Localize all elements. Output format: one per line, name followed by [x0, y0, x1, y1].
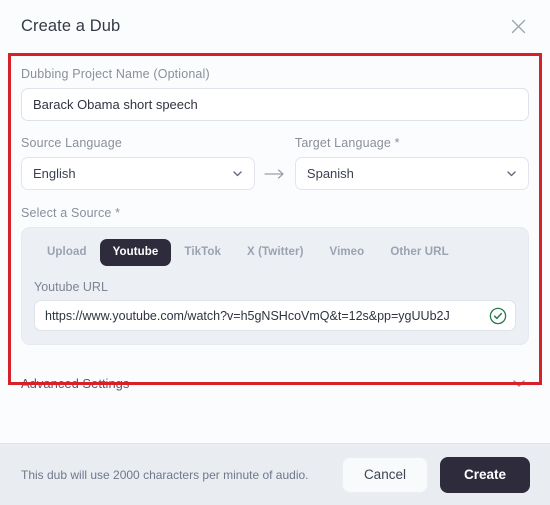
language-row: Source Language English Target Language … — [21, 136, 529, 190]
youtube-url-label: Youtube URL — [34, 280, 108, 294]
close-icon — [511, 19, 525, 34]
tab-vimeo[interactable]: Vimeo — [317, 239, 378, 266]
select-source-label: Select a Source * — [21, 206, 121, 220]
tab-other-url[interactable]: Other URL — [377, 239, 461, 266]
project-name-label: Dubbing Project Name (Optional) — [21, 67, 210, 81]
target-language-group: Target Language * Spanish — [294, 136, 529, 190]
source-language-select[interactable]: English — [21, 157, 256, 190]
create-dub-dialog: Create a Dub Dubbing Project Name (Optio… — [0, 0, 550, 505]
youtube-url-field — [34, 300, 516, 331]
source-language-label: Source Language — [21, 136, 122, 150]
source-language-group: Source Language English — [21, 136, 256, 190]
source-panel: Upload Youtube TikTok X (Twitter) Vimeo … — [21, 227, 529, 345]
dialog-header: Create a Dub — [0, 0, 550, 53]
chevron-down-icon — [231, 158, 244, 189]
chevron-down-icon — [505, 158, 518, 189]
target-language-label: Target Language * — [294, 136, 400, 150]
source-tabs: Upload Youtube TikTok X (Twitter) Vimeo … — [34, 239, 516, 266]
dialog-footer: This dub will use 2000 characters per mi… — [0, 443, 550, 505]
source-language-value: English — [33, 166, 76, 181]
tab-x-twitter[interactable]: X (Twitter) — [234, 239, 316, 266]
project-name-input[interactable] — [21, 88, 529, 121]
create-button[interactable]: Create — [439, 456, 530, 493]
character-usage-note: This dub will use 2000 characters per mi… — [21, 467, 309, 482]
target-language-select[interactable]: Spanish — [294, 157, 529, 190]
project-name-group: Dubbing Project Name (Optional) — [21, 53, 529, 121]
youtube-url-input[interactable] — [35, 301, 515, 330]
chevron-down-icon — [509, 373, 529, 393]
select-source-section: Select a Source * Upload Youtube TikTok … — [21, 206, 529, 345]
page-title: Create a Dub — [21, 17, 121, 35]
advanced-settings-label: Advanced Settings — [21, 375, 130, 391]
footer-actions: Cancel Create — [341, 456, 530, 493]
cancel-button[interactable]: Cancel — [341, 456, 428, 493]
dialog-body: Dubbing Project Name (Optional) Source L… — [0, 53, 550, 443]
tab-upload[interactable]: Upload — [34, 239, 100, 266]
tab-youtube[interactable]: Youtube — [99, 239, 172, 266]
tab-tiktok[interactable]: TikTok — [171, 239, 234, 266]
check-circle-icon — [489, 307, 507, 325]
close-button[interactable] — [505, 14, 531, 40]
target-language-value: Spanish — [306, 166, 354, 181]
advanced-settings-toggle[interactable]: Advanced Settings — [21, 366, 529, 400]
arrow-right-icon — [255, 157, 295, 190]
